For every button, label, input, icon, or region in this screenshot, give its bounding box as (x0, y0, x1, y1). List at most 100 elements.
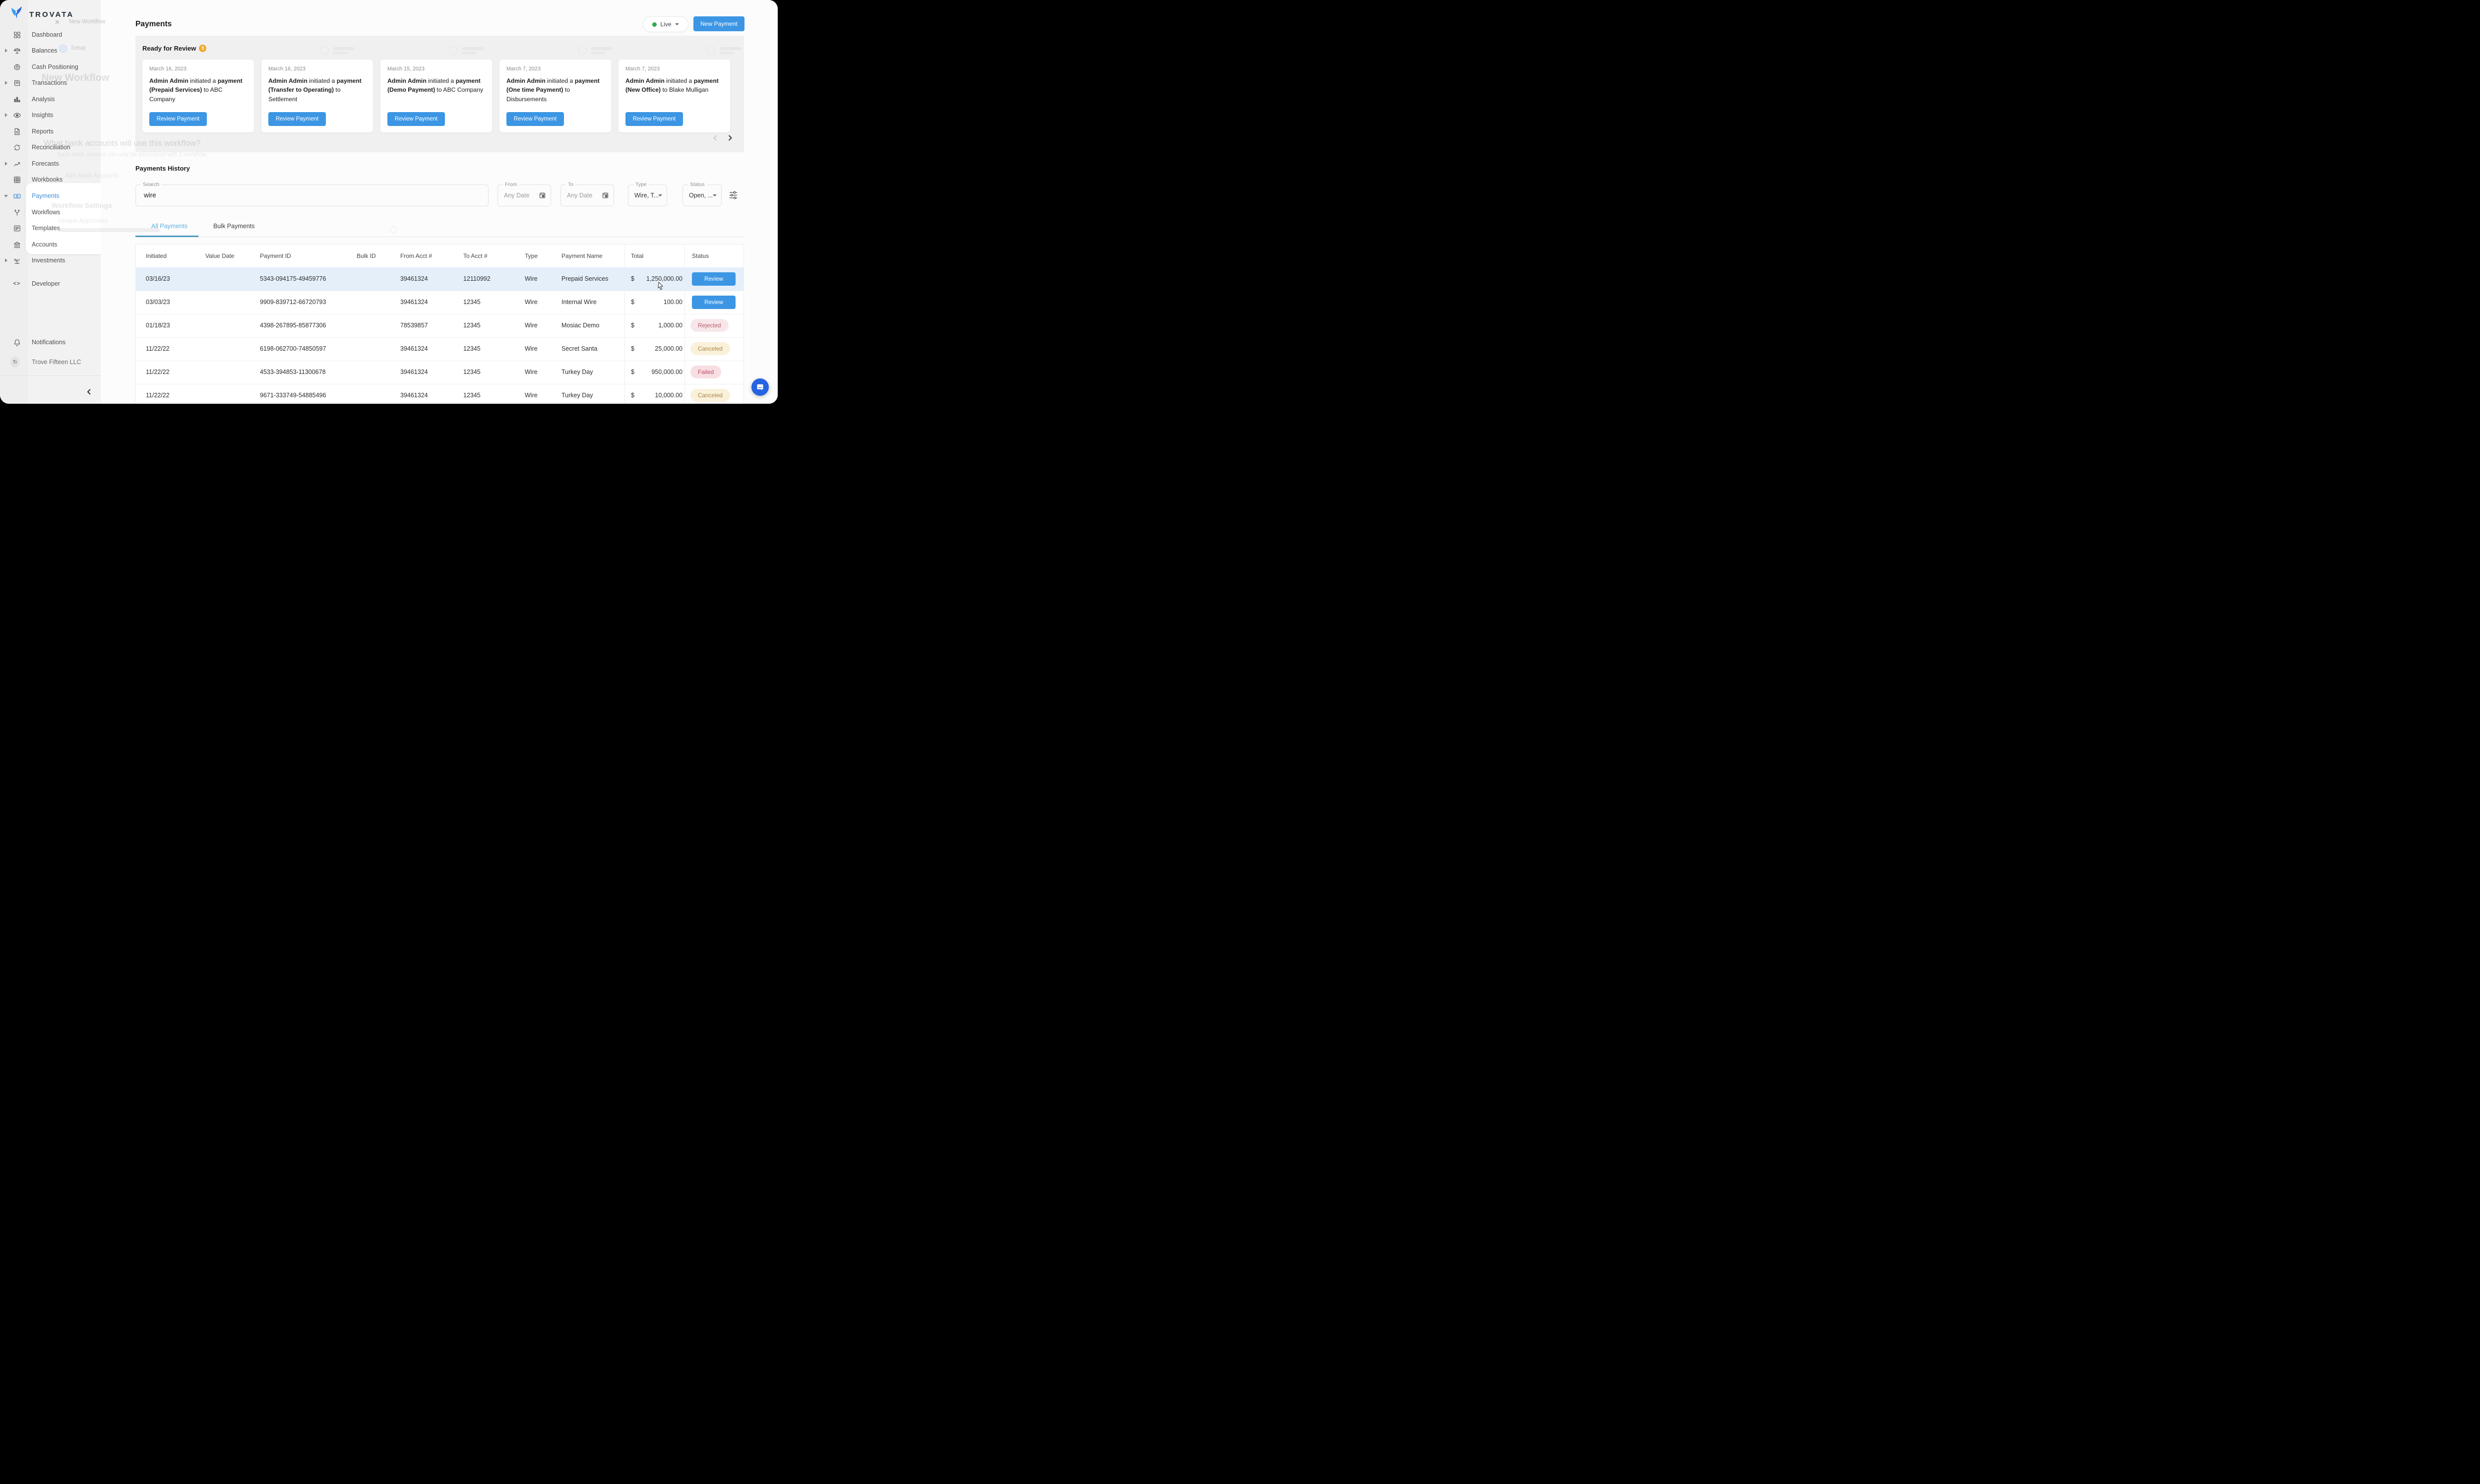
collapse-caret-icon[interactable] (4, 195, 8, 197)
review-button[interactable]: Review (692, 272, 736, 286)
sidebar-item-templates[interactable]: Templates (0, 221, 101, 235)
reconciliation-icon (12, 143, 21, 152)
advanced-filters-icon[interactable] (729, 191, 739, 200)
table-row[interactable]: 03/16/235343-094175-49459776394613241211… (136, 267, 744, 291)
sidebar-item-reports[interactable]: Reports (0, 124, 101, 138)
expand-caret-icon[interactable] (5, 49, 7, 53)
sidebar-collapse-button[interactable] (83, 386, 94, 397)
cell: Turkey Day (561, 392, 593, 399)
sidebar-item-accounts[interactable]: Accounts (0, 238, 101, 251)
investments-icon (12, 256, 21, 265)
sidebar-item-developer[interactable]: <>Developer (0, 277, 101, 291)
search-input[interactable]: Search wire (135, 185, 489, 206)
ready-count-badge: 5 (199, 45, 206, 52)
status-badge: Rejected (690, 319, 729, 332)
column-header-total: Total (631, 252, 643, 259)
review-payment-button[interactable]: Review Payment (268, 112, 326, 126)
active-tab-indicator (135, 236, 198, 237)
table-row[interactable]: 11/22/229671-333749-54885496394613241234… (136, 384, 744, 404)
table-row[interactable]: 03/03/239909-839712-66720793394613241234… (136, 291, 744, 314)
filter-from[interactable]: From Any Date (497, 185, 551, 206)
balances-icon (12, 46, 21, 55)
sidebar-item-notifications[interactable]: Notifications (0, 335, 101, 349)
cell: 12345 (463, 299, 481, 306)
sidebar-item-reconciliation[interactable]: Reconciliation (0, 140, 101, 154)
expand-caret-icon[interactable] (5, 162, 7, 166)
cell: 39461324 (400, 392, 428, 399)
reports-icon (12, 127, 21, 136)
cell: Secret Santa (561, 345, 597, 352)
sidebar-item-label: Accounts (32, 241, 57, 248)
sidebar-item-payments[interactable]: Payments (0, 189, 101, 203)
review-payment-button[interactable]: Review Payment (387, 112, 445, 126)
calendar-icon (539, 191, 546, 201)
table-row[interactable]: 11/22/224533-394853-11300678394613241234… (136, 361, 744, 384)
sidebar-item-analysis[interactable]: Analysis (0, 92, 101, 106)
org-switcher[interactable]: Tr Trove Fifteen LLC (0, 355, 101, 369)
environment-label: Live (660, 21, 671, 28)
cell: 39461324 (400, 345, 428, 352)
trovata-logo-icon (10, 6, 23, 23)
expand-caret-icon[interactable] (5, 258, 7, 262)
status-badge: Failed (690, 366, 721, 378)
card-description: Admin Admin initiated a payment (One tim… (506, 76, 604, 104)
filter-type[interactable]: Type Wire, T... (628, 185, 667, 206)
column-header-from-acct-: From Acct # (400, 252, 432, 259)
workbooks-icon (12, 175, 21, 184)
sidebar-item-dashboard[interactable]: Dashboard (0, 28, 101, 42)
tab-all-payments[interactable]: All Payments (151, 223, 187, 230)
sidebar-item-insights[interactable]: Insights (0, 108, 101, 122)
filter-to[interactable]: To Any Date (560, 185, 614, 206)
ready-for-review-section: Ready for Review 5 March 16, 2023 Admin … (135, 36, 744, 152)
review-card: March 16, 2023 Admin Admin initiated a p… (142, 60, 254, 132)
sidebar-item-investments[interactable]: Investments (0, 253, 101, 267)
chat-launcher-button[interactable] (751, 378, 769, 396)
sidebar-item-label: Workbooks (32, 176, 62, 183)
table-row[interactable]: 01/18/234398-267895-85877306785398571234… (136, 314, 744, 338)
sidebar-item-transactions[interactable]: Transactions (0, 76, 101, 90)
sidebar-item-workflows[interactable]: Workflows (0, 205, 101, 219)
sidebar-item-forecasts[interactable]: Forecasts (0, 157, 101, 171)
table-row[interactable]: 11/22/226198-062700-74850597394613241234… (136, 337, 744, 361)
org-name: Trove Fifteen LLC (32, 359, 81, 366)
sidebar-item-cash-positioning[interactable]: Cash Positioning (0, 60, 101, 74)
environment-dropdown[interactable]: Live (643, 16, 688, 32)
sidebar-item-balances[interactable]: Balances (0, 44, 101, 58)
column-header-bulk-id: Bulk ID (357, 252, 376, 259)
search-label: Search (141, 182, 161, 187)
review-button[interactable]: Review (692, 296, 736, 309)
insights-icon (12, 111, 21, 120)
review-payment-button[interactable]: Review Payment (506, 112, 564, 126)
carousel-next-button[interactable] (726, 134, 734, 142)
cell: Mosiac Demo (561, 322, 599, 329)
analysis-icon (12, 95, 21, 104)
column-header-status: Status (692, 252, 709, 259)
sidebar-item-label: Investments (32, 257, 65, 264)
review-cards: March 16, 2023 Admin Admin initiated a p… (142, 60, 730, 132)
new-payment-button[interactable]: New Payment (693, 16, 744, 31)
main-content: Payments Live New Payment Ready for Revi… (101, 0, 778, 404)
review-payment-button[interactable]: Review Payment (625, 112, 683, 126)
expand-caret-icon[interactable] (5, 81, 7, 85)
cell-total: 25,000.00 (624, 345, 682, 352)
card-description: Admin Admin initiated a payment (Prepaid… (149, 76, 247, 104)
cell-total: 10,000.00 (624, 392, 682, 399)
filter-value: Wire, T... (634, 192, 659, 199)
workflows-icon (12, 208, 21, 217)
filter-label: Type (633, 182, 649, 187)
carousel-prev-button[interactable] (711, 134, 719, 142)
payments-table: InitiatedValue DatePayment IDBulk IDFrom… (135, 244, 744, 404)
filter-status[interactable]: Status Open, ... (682, 185, 722, 206)
sidebar-item-workbooks[interactable]: Workbooks (0, 173, 101, 186)
expand-caret-icon[interactable] (5, 113, 7, 117)
tab-bulk-payments[interactable]: Bulk Payments (213, 223, 254, 230)
cash-icon (12, 62, 21, 71)
cell: 01/18/23 (146, 322, 170, 329)
column-header-value-date: Value Date (205, 252, 234, 259)
sidebar-item-label: Dashboard (32, 31, 62, 38)
review-payment-button[interactable]: Review Payment (149, 112, 207, 126)
cell: 5343-094175-49459776 (260, 275, 326, 282)
sidebar-item-label: Reports (32, 128, 54, 135)
sidebar-item-label: Notifications (32, 339, 65, 346)
card-date: March 7, 2023 (506, 66, 604, 72)
